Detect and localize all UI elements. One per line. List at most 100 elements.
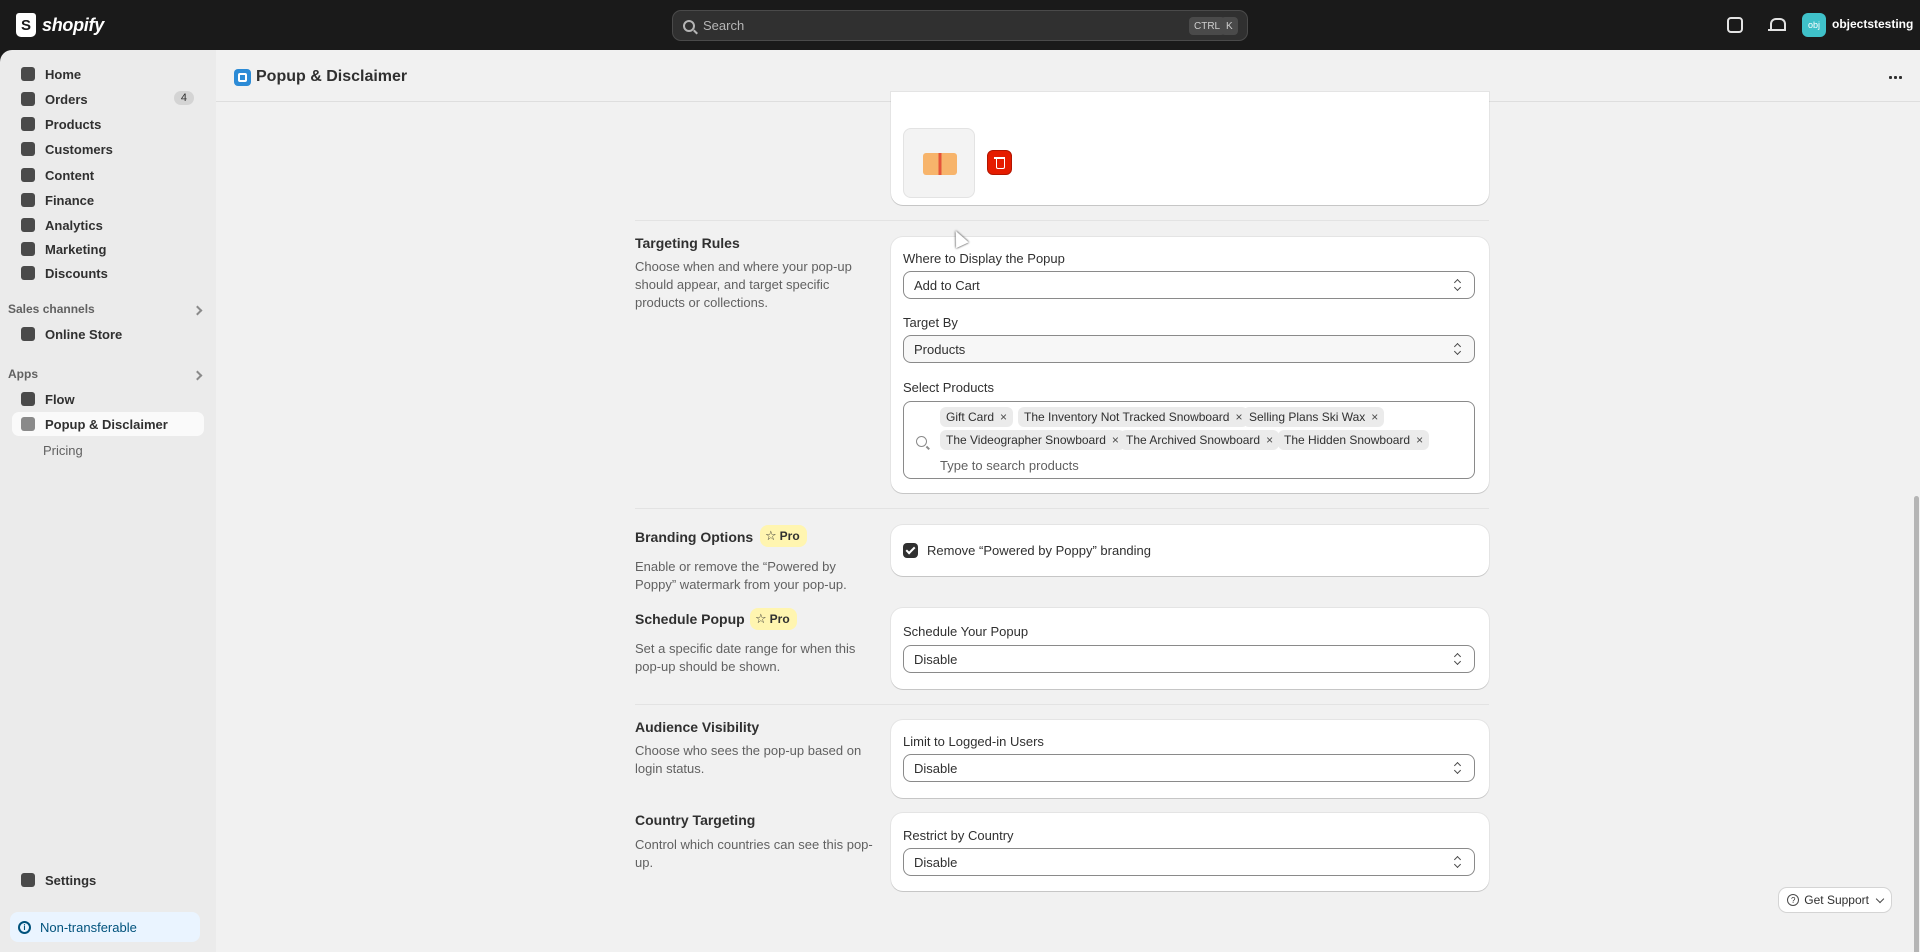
where-select[interactable]: Add to Cart — [903, 271, 1475, 299]
remove-branding-checkbox[interactable] — [903, 543, 918, 558]
sidebar-item-online-store[interactable]: Online Store — [12, 322, 204, 346]
schedule-select[interactable]: Disable — [903, 645, 1475, 673]
more-actions-icon[interactable] — [1888, 76, 1902, 79]
sidebar-item-label: Popup & Disclaimer — [45, 416, 168, 432]
select-arrows-icon — [1454, 653, 1462, 665]
schedule-description: Set a specific date range for when this … — [635, 641, 856, 674]
chart-icon — [21, 218, 35, 232]
orders-icon — [21, 92, 35, 106]
avatar[interactable]: obj — [1802, 13, 1826, 37]
remove-tag-icon[interactable]: × — [1235, 410, 1242, 424]
sidebar-item-popup-disclaimer[interactable]: Popup & Disclaimer — [12, 412, 204, 436]
tag-label: Selling Plans Ski Wax — [1249, 410, 1366, 424]
remove-branding-label[interactable]: Remove “Powered by Poppy” branding — [927, 543, 1151, 558]
sidebar-item-flow[interactable]: Flow — [12, 387, 204, 411]
star-icon: ☆ — [755, 611, 767, 626]
info-icon: i — [18, 920, 31, 934]
shortcut-ctrl: CTRL — [1189, 17, 1226, 35]
store-icon[interactable] — [1727, 17, 1743, 33]
sidebar-item-label: Content — [45, 167, 95, 183]
bank-icon — [21, 193, 35, 207]
sidebar-item-marketing[interactable]: Marketing — [12, 237, 204, 261]
tag-label: The Videographer Snowboard — [946, 433, 1106, 447]
remove-tag-icon[interactable]: × — [1416, 433, 1423, 447]
restrict-country-select[interactable]: Disable — [903, 848, 1475, 876]
help-icon: ? — [1787, 894, 1800, 906]
pro-label: Pro — [779, 529, 800, 543]
country-description: Control which countries can see this pop… — [635, 837, 873, 870]
restrict-country-value: Disable — [914, 854, 958, 870]
scrollbar[interactable] — [1912, 102, 1920, 952]
chevron-right-icon[interactable] — [192, 305, 203, 316]
audience-card: Limit to Logged-in Users Disable — [891, 720, 1489, 798]
sidebar-item-customers[interactable]: Customers — [12, 137, 204, 161]
person-icon — [21, 142, 35, 156]
sidebar-item-label: Online Store — [45, 326, 123, 342]
remove-tag-icon[interactable]: × — [1112, 433, 1119, 447]
sidebar-item-home[interactable]: Home — [12, 62, 204, 86]
sidebar-item-finance[interactable]: Finance — [12, 188, 204, 212]
tag-label: The Inventory Not Tracked Snowboard — [1024, 410, 1230, 424]
sidebar-item-label: Finance — [45, 192, 95, 208]
store-name[interactable]: objectstesting — [1832, 17, 1913, 31]
schedule-label: Schedule Your Popup — [903, 624, 1029, 639]
logged-in-value: Disable — [914, 760, 958, 776]
sidebar-item-orders[interactable]: Orders 4 — [12, 87, 204, 111]
app-icon — [234, 69, 251, 86]
pro-badge: ☆ Pro — [760, 525, 807, 547]
sidebar-item-label: Orders — [45, 91, 88, 107]
schedule-title: Schedule Popup — [635, 611, 745, 627]
product-tag: Gift Card × — [940, 407, 1014, 427]
sidebar-item-analytics[interactable]: Analytics — [12, 213, 204, 237]
sidebar-item-label: Settings — [45, 872, 97, 888]
sidebar-item-settings[interactable]: Settings — [12, 868, 204, 892]
brand-name: shopify — [42, 14, 104, 35]
bell-icon[interactable] — [1768, 17, 1786, 33]
pro-badge: ☆ Pro — [750, 608, 797, 630]
sidebar-item-content[interactable]: Content — [12, 163, 204, 187]
sidebar-item-label: Analytics — [45, 217, 103, 233]
logged-in-label: Limit to Logged-in Users — [903, 734, 1044, 749]
target-by-value: Products — [914, 341, 966, 357]
content-icon — [21, 168, 35, 182]
apps-label: Apps — [8, 367, 38, 381]
get-support-button[interactable]: ? Get Support — [1779, 888, 1891, 912]
targeting-description: Choose when and where your pop-up should… — [635, 259, 852, 310]
search-input[interactable]: Search CTRL K — [672, 10, 1248, 41]
product-tag: The Archived Snowboard × — [1120, 430, 1280, 450]
select-arrows-icon — [1454, 279, 1462, 291]
shortcut-k: K — [1221, 17, 1238, 35]
sidebar-item-products[interactable]: Products — [12, 112, 204, 136]
scrollbar-thumb[interactable] — [1914, 496, 1919, 952]
target-by-label: Target By — [903, 315, 958, 330]
sidebar-item-label: Flow — [45, 391, 75, 407]
search-placeholder: Search — [703, 18, 745, 33]
store-icon — [21, 327, 35, 341]
sidebar-item-label: Home — [45, 66, 82, 82]
branding-description: Enable or remove the “Powered by Poppy” … — [635, 559, 847, 592]
product-search-placeholder[interactable]: Type to search products — [940, 458, 1079, 473]
remove-tag-icon[interactable]: × — [1000, 410, 1007, 424]
pro-label: Pro — [769, 612, 790, 626]
logged-in-select[interactable]: Disable — [903, 754, 1475, 782]
shopify-logo[interactable]: shopify — [16, 13, 104, 37]
product-tag-input[interactable]: Gift Card × The Inventory Not Tracked Sno… — [903, 401, 1475, 479]
non-transferable-banner[interactable]: i Non-transferable — [10, 912, 200, 942]
popup-image-thumbnail[interactable] — [903, 128, 975, 198]
shopify-bag-icon — [16, 13, 36, 37]
divider — [635, 508, 1489, 509]
divider — [635, 704, 1489, 705]
remove-tag-icon[interactable]: × — [1371, 410, 1378, 424]
target-by-select[interactable]: Products — [903, 335, 1475, 363]
product-tag: The Videographer Snowboard × — [940, 430, 1125, 450]
chevron-right-icon[interactable] — [192, 370, 203, 381]
main-content: Popup & Disclaimer Targeting Rules Choos… — [216, 50, 1920, 952]
where-value: Add to Cart — [914, 277, 980, 293]
sidebar-item-label: Products — [45, 116, 102, 132]
sidebar-item-discounts[interactable]: Discounts — [12, 261, 204, 285]
remove-tag-icon[interactable]: × — [1266, 433, 1273, 447]
target-icon — [21, 242, 35, 256]
trash-icon[interactable] — [987, 150, 1012, 175]
search-icon — [916, 436, 927, 447]
sidebar-item-pricing[interactable]: Pricing — [43, 443, 83, 458]
